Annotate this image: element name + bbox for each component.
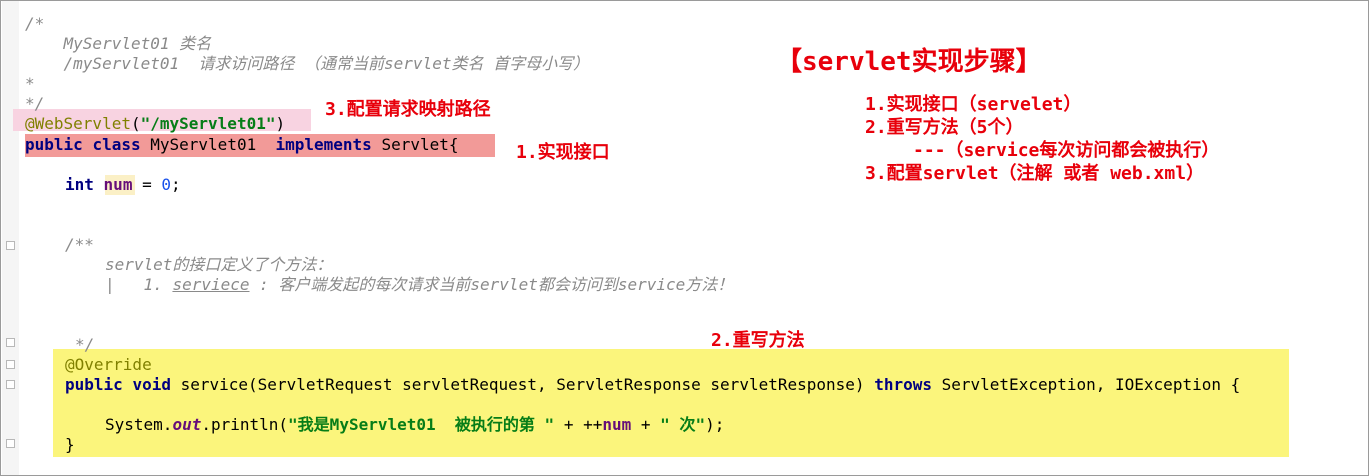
keyword-public: public [25, 135, 83, 154]
class-declaration-line[interactable]: public class MyServlet01 implements Serv… [25, 135, 459, 155]
println-num-field: num [602, 415, 632, 434]
keyword-implements: implements [275, 135, 372, 154]
webservlet-annotation-line[interactable]: @WebServlet("/myServlet01") [25, 114, 285, 134]
method-exceptions: ServletException, IOException { [941, 375, 1241, 394]
method-signature: service(ServletRequest servletRequest, S… [180, 375, 865, 394]
fold-toggle-method-body[interactable] [6, 380, 15, 389]
step-1-note: 1.实现接口（servelet） [865, 94, 1082, 115]
println-string-2: " 次" [660, 415, 706, 434]
javadoc-list-item: | 1. serviece : 客户端发起的每次请求当前servlet都会访问到… [105, 275, 734, 294]
fold-toggle-javadoc-end[interactable] [6, 338, 15, 347]
javadoc-line-1: servlet的接口定义了个方法： [105, 255, 333, 274]
comment-class-name: MyServlet01 类名 [25, 34, 212, 53]
keyword-class: class [92, 135, 141, 154]
keyword-throws: throws [874, 375, 932, 394]
webservlet-annotation: @WebServlet [25, 114, 131, 133]
implement-interface-label: 1.实现接口 [516, 142, 610, 163]
comment-close: */ [25, 94, 45, 113]
step-2-note: 2.重写方法（5个） [865, 117, 1024, 138]
step-3-note: 3.配置servlet（注解 或者 web.xml） [865, 163, 1205, 184]
println-concat-2: + [631, 415, 661, 434]
annotation-paren-close: ) [275, 114, 286, 133]
println-call-close: ); [705, 415, 725, 434]
num-field-line[interactable]: int num = 0; [65, 175, 181, 195]
steps-title: 【servlet实现步骤】 [776, 47, 1042, 77]
javadoc-item-rest: : 客户端发起的每次请求当前servlet都会访问到service方法！ [249, 275, 734, 294]
comment-open: /* [25, 14, 45, 33]
field-num: num [103, 175, 133, 194]
override-annotation[interactable]: @Override [65, 355, 152, 375]
keyword-public-method: public [65, 375, 123, 394]
editor-gutter [2, 1, 19, 475]
println-string-1: "我是MyServlet01 被执行的第 " [288, 415, 555, 434]
annotation-url-value: "/myServlet01" [140, 114, 276, 133]
println-concat-1: + ++ [554, 415, 603, 434]
semicolon: ; [171, 175, 181, 194]
fold-toggle-method-end[interactable] [6, 439, 15, 448]
fold-toggle-method[interactable] [6, 360, 15, 369]
system-out-field: out [172, 415, 202, 434]
println-statement-line[interactable]: System.out.println("我是MyServlet01 被执行的第 … [105, 415, 724, 435]
method-closing-brace: } [65, 435, 75, 454]
javadoc-close: */ [75, 335, 95, 354]
num-initial-value: 0 [161, 175, 171, 194]
class-name: MyServlet01 [150, 135, 257, 154]
comment-star: * [25, 74, 35, 93]
system-class: System. [105, 415, 173, 434]
step-2-detail-note: ---（service每次访问都会被执行） [913, 140, 1220, 161]
service-method-signature-line[interactable]: public void service(ServletRequest servl… [65, 375, 1240, 395]
println-call-open: .println( [201, 415, 289, 434]
mapping-path-label: 3.配置请求映射路径 [325, 99, 491, 120]
javadoc-open: /** [65, 235, 94, 254]
keyword-int: int [65, 175, 94, 194]
override-method-label: 2.重写方法 [711, 330, 805, 351]
javadoc-item-prefix: 1. [143, 275, 173, 294]
code-screenshot-frame: /* MyServlet01 类名 /myServlet01 请求访问路径 （通… [0, 0, 1369, 476]
keyword-void: void [132, 375, 171, 394]
assign-operator: = [132, 175, 162, 194]
interface-name: Servlet{ [381, 135, 459, 154]
annotation-paren-open: ( [130, 114, 141, 133]
comment-request-path: /myServlet01 请求访问路径 （通常当前servlet类名 首字母小写… [25, 54, 590, 73]
javadoc-item-method: serviece [172, 275, 250, 294]
fold-toggle-javadoc[interactable] [6, 241, 15, 250]
service-method-highlight [53, 349, 1289, 457]
